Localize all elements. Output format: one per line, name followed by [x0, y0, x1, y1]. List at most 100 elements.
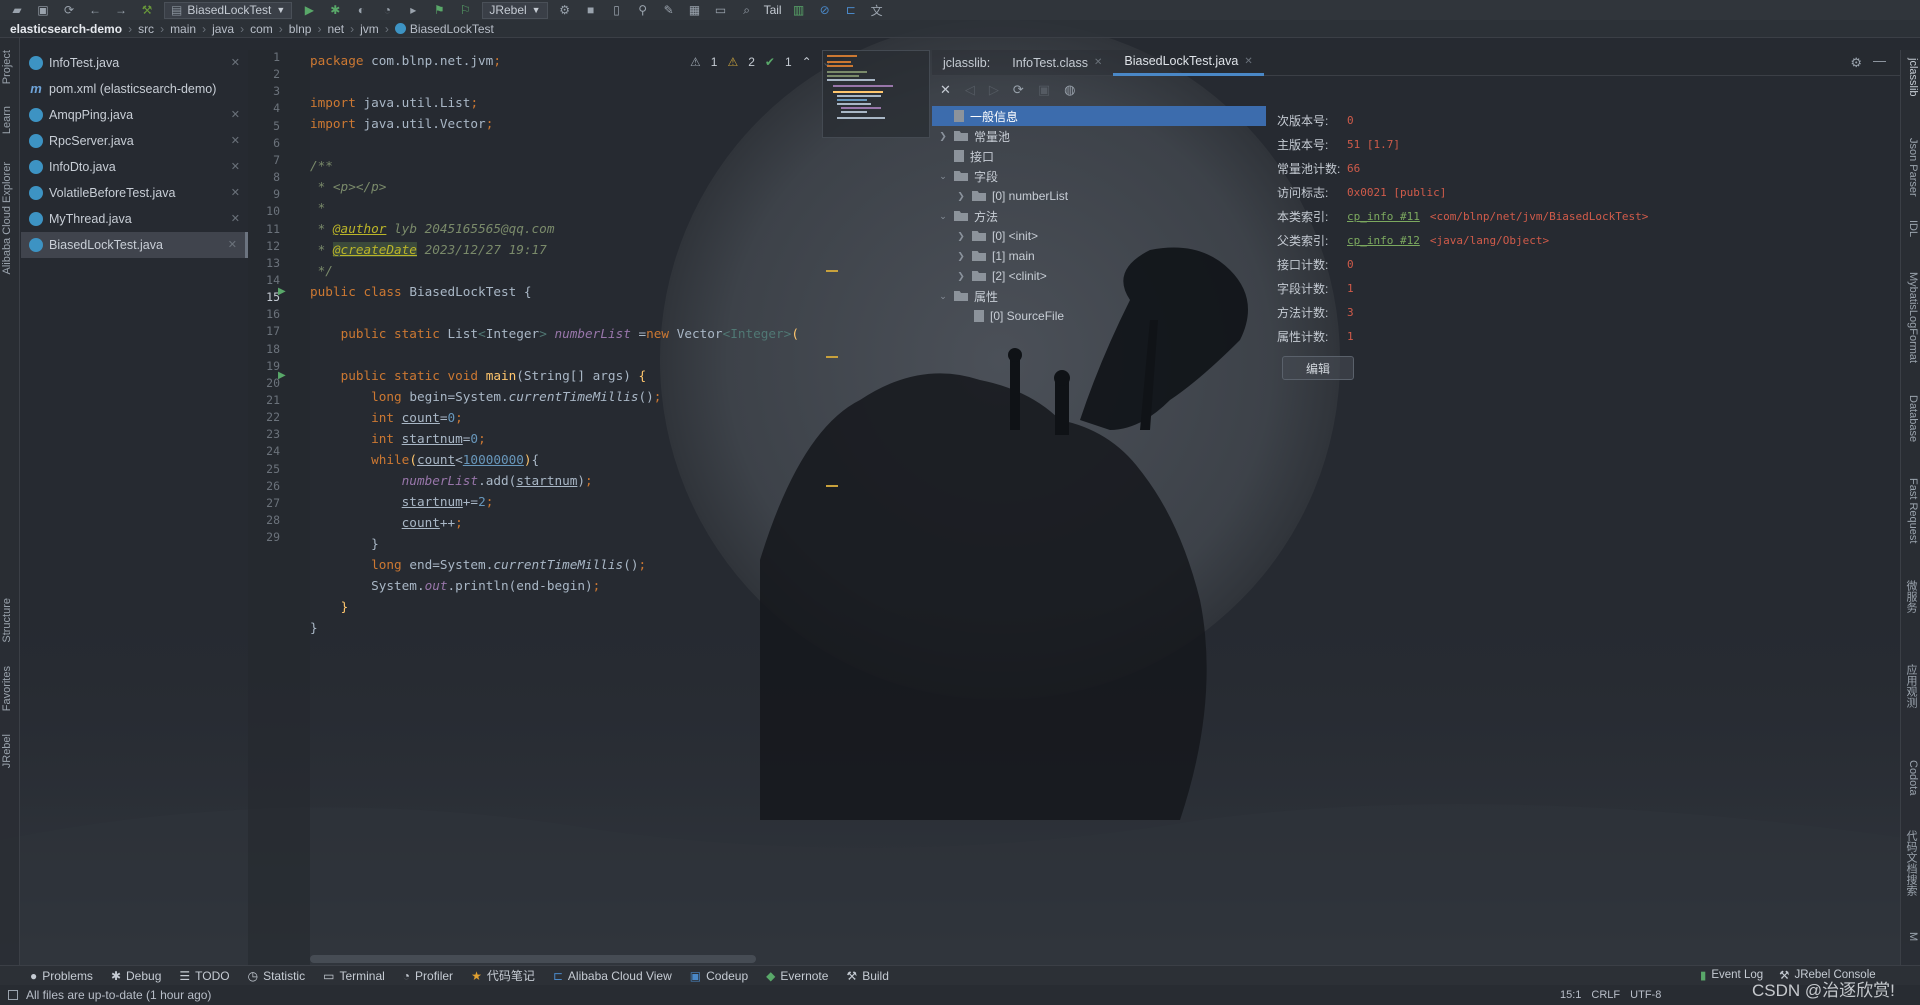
breadcrumb-item[interactable]: net [327, 22, 344, 36]
stop-icon[interactable]: ■ [578, 0, 604, 20]
alibaba-cloud-explorer-tool-tab[interactable]: Alibaba Cloud Explorer [1, 162, 19, 275]
breadcrumb-item[interactable]: src [138, 22, 154, 36]
tree-item-general-info[interactable]: 一般信息 [932, 106, 1266, 126]
maven-tool-tab[interactable]: M [1901, 932, 1919, 941]
line-separator[interactable]: CRLF [1591, 989, 1620, 1001]
todo-tool-button[interactable]: ☰ TODO [179, 969, 229, 983]
tree-item-methods[interactable]: ⌄ 方法 [938, 206, 998, 226]
open-folder-icon[interactable]: ▰ [4, 0, 30, 20]
run-icon[interactable]: ▶ [296, 0, 322, 20]
gear-icon[interactable]: ⚙ [1850, 55, 1862, 71]
search-structure-icon[interactable]: ⚲ [630, 0, 656, 20]
chevron-right-icon[interactable]: ❯ [938, 131, 948, 142]
close-icon[interactable]: ✕ [231, 160, 240, 173]
chevron-up-icon[interactable]: ⌃ [802, 55, 812, 69]
tab-infotest-class[interactable]: InfoTest.class ✕ [1001, 50, 1113, 76]
json-parser-tool-tab[interactable]: Json Parser [1901, 138, 1919, 197]
breadcrumb-item[interactable]: main [170, 22, 196, 36]
debug-tool-button[interactable]: ✱ Debug [111, 969, 161, 983]
back-icon[interactable]: ◁ [965, 82, 975, 98]
tree-item-attributes[interactable]: ⌄ 属性 [938, 286, 998, 306]
terminal-icon[interactable]: ▭ [708, 0, 734, 20]
caret-position[interactable]: 15:1 [1560, 989, 1581, 1001]
breadcrumb-item[interactable]: blnp [289, 22, 312, 36]
project-structure-icon[interactable]: ▦ [682, 0, 708, 20]
search-icon[interactable]: ⌕ [734, 0, 760, 20]
chevron-down-icon[interactable]: ⌄ [938, 211, 948, 222]
edit-button[interactable]: 编辑 [1282, 356, 1354, 380]
alibaba-cloud-view-tool-button[interactable]: ⊏ Alibaba Cloud View [553, 969, 672, 983]
chevron-right-icon[interactable]: ❯ [956, 271, 966, 282]
inspection-widget[interactable]: ⚠1 ⚠2 ✔1 ⌃ ⌄ [690, 55, 832, 69]
file-item-active[interactable]: BiasedLockTest.java ✕ [21, 232, 248, 258]
refresh-icon[interactable]: ⟳ [1013, 82, 1024, 98]
build-tool-button[interactable]: ⚒ Build [846, 969, 888, 983]
statistic-tool-button[interactable]: ◷ Statistic [248, 969, 306, 983]
more-run-icon[interactable]: ▸ [400, 0, 426, 20]
tree-item-method-init[interactable]: ❯ [0] <init> [956, 226, 1038, 246]
file-item[interactable]: m pom.xml (elasticsearch-demo) [21, 76, 248, 102]
close-icon[interactable]: ✕ [231, 108, 240, 121]
jclasslib-tool-tab[interactable]: jclasslib [1901, 58, 1919, 97]
globe-icon[interactable]: ◍ [1064, 82, 1075, 98]
breadcrumb-item[interactable]: jvm [360, 22, 379, 36]
sync-icon[interactable]: ⟳ [56, 0, 82, 20]
tree-item-method-clinit[interactable]: ❯ [2] <clinit> [956, 266, 1046, 286]
codeup-tool-button[interactable]: ▣ Codeup [690, 969, 748, 983]
breadcrumb-item[interactable]: java [212, 22, 234, 36]
tree-item-interfaces[interactable]: 接口 [954, 146, 994, 166]
run-gutter-icon[interactable]: ▶ [278, 370, 286, 381]
file-encoding[interactable]: UTF-8 [1630, 989, 1661, 1001]
run-config-select[interactable]: ▤ BiasedLockTest ▼ [164, 1, 293, 19]
tree-item-sourcefile[interactable]: [0] SourceFile [974, 306, 1064, 326]
close-icon[interactable]: ✕ [940, 82, 951, 98]
forward-icon[interactable]: → [108, 0, 134, 20]
app-observe-tool-tab[interactable]: 应用观测 [1901, 664, 1919, 708]
save-icon[interactable]: ▣ [30, 0, 56, 20]
wrench-icon[interactable]: ✎ [656, 0, 682, 20]
horizontal-scrollbar[interactable] [310, 955, 756, 963]
build-hammer-icon[interactable]: ⚒ [134, 0, 160, 20]
code-notes-tool-button[interactable]: ★ 代码笔记 [471, 967, 535, 984]
favorites-tool-tab[interactable]: Favorites [1, 666, 19, 711]
minimize-icon[interactable]: — [1873, 53, 1886, 68]
close-icon[interactable]: ✕ [1244, 56, 1252, 67]
jrebel-select[interactable]: JRebel ▼ [482, 1, 548, 19]
close-icon[interactable]: ✕ [231, 212, 240, 225]
cp-info-link[interactable]: cp_info #12 [1347, 234, 1420, 247]
database-tool-tab[interactable]: Database [1901, 395, 1919, 442]
project-tool-tab[interactable]: Project [1, 50, 19, 84]
jrebel-tool-tab[interactable]: JRebel [1, 734, 19, 768]
file-item[interactable]: InfoTest.java ✕ [21, 50, 248, 76]
tree-item-fields[interactable]: ⌄ 字段 [938, 166, 998, 186]
file-item[interactable]: AmqpPing.java ✕ [21, 102, 248, 128]
save-icon[interactable]: ▣ [1038, 82, 1050, 98]
cp-info-link[interactable]: cp_info #11 [1347, 210, 1420, 223]
chevron-right-icon[interactable]: ❯ [956, 251, 966, 262]
disable-icon[interactable]: ⊘ [812, 0, 838, 20]
close-icon[interactable]: ✕ [1094, 57, 1102, 68]
close-icon[interactable]: ✕ [231, 56, 240, 69]
chevron-right-icon[interactable]: ❯ [956, 191, 966, 202]
codota-tool-tab[interactable]: Codota [1901, 760, 1919, 795]
breadcrumb-item[interactable]: com [250, 22, 273, 36]
run-gutter-icon[interactable]: ▶ [278, 286, 286, 297]
fast-request-tool-tab[interactable]: Fast Request [1901, 478, 1919, 543]
file-item[interactable]: MyThread.java ✕ [21, 206, 248, 232]
mybatis-log-tool-tab[interactable]: MybatisLogFormat [1901, 272, 1919, 363]
code-editor[interactable]: package com.blnp.net.jvm; import java.ut… [310, 50, 930, 965]
breadcrumb-item[interactable]: BiasedLockTest [410, 22, 494, 36]
microservice-tool-tab[interactable]: 微服务 [1901, 580, 1919, 613]
close-icon[interactable]: ✕ [228, 238, 237, 251]
tree-item-field-numberlist[interactable]: ❯ [0] numberList [956, 186, 1068, 206]
code-minimap[interactable] [822, 50, 930, 138]
chevron-right-icon[interactable]: ❯ [956, 231, 966, 242]
debug-icon[interactable]: ✱ [322, 0, 348, 20]
tree-item-method-main[interactable]: ❯ [1] main [956, 246, 1034, 266]
close-icon[interactable]: ✕ [231, 134, 240, 147]
translate-icon[interactable]: 文 [864, 0, 890, 20]
file-item[interactable]: InfoDto.java ✕ [21, 154, 248, 180]
learn-tool-tab[interactable]: Learn [1, 106, 19, 134]
code-doc-search-tool-tab[interactable]: 代码文档搜索 [1901, 830, 1919, 896]
evernote-tool-button[interactable]: ◆ Evernote [766, 969, 828, 983]
